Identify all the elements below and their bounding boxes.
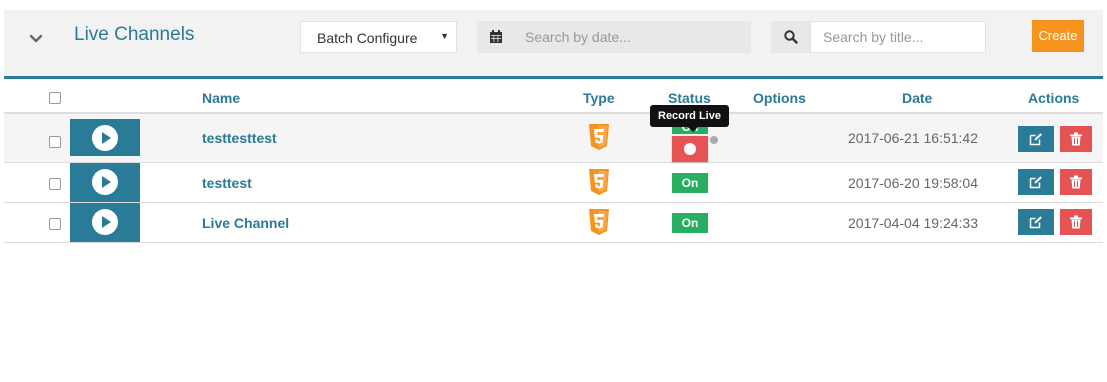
table-row: testtest On 2017-06-20 19:58:04: [4, 163, 1103, 203]
create-button[interactable]: Create: [1032, 20, 1084, 52]
search-icon: [784, 30, 798, 44]
trash-icon: [1070, 215, 1082, 229]
html5-icon: [589, 209, 609, 235]
page-title: Live Channels: [74, 24, 195, 45]
date-search-group: [477, 21, 751, 53]
table-header: Name Type Status Options Date Actions: [4, 82, 1103, 114]
column-header-type[interactable]: Type: [583, 90, 615, 106]
edit-icon: [1029, 176, 1042, 189]
edit-button[interactable]: [1018, 209, 1054, 235]
select-all-checkbox[interactable]: [49, 92, 61, 104]
live-channels-panel: Live Channels Batch Configure ▼ Search b…: [4, 10, 1103, 382]
options-gear-icon[interactable]: [710, 136, 718, 144]
play-icon: [92, 169, 118, 195]
row-date: 2017-04-04 19:24:33: [848, 215, 978, 231]
column-header-actions: Actions: [1028, 90, 1080, 106]
play-thumbnail[interactable]: [70, 163, 140, 202]
html5-icon: [589, 124, 609, 150]
channel-name[interactable]: Live Channel: [202, 215, 289, 231]
status-on-badge[interactable]: On: [672, 173, 708, 193]
play-icon: [92, 209, 118, 235]
table-row: testtesttest On 2017-06-21 16:51:42: [4, 114, 1103, 163]
chevron-down-icon[interactable]: [26, 28, 46, 48]
html5-icon: [589, 169, 609, 195]
row-date: 2017-06-21 16:51:42: [848, 130, 978, 146]
play-thumbnail[interactable]: [70, 119, 140, 156]
row-date: 2017-06-20 19:58:04: [848, 175, 978, 191]
trash-icon: [1070, 175, 1082, 189]
delete-button[interactable]: [1060, 169, 1092, 195]
delete-button[interactable]: [1060, 209, 1092, 235]
date-search-input[interactable]: [513, 21, 751, 53]
edit-button[interactable]: [1018, 126, 1054, 152]
table-row: Live Channel On 2017-04-04 19:24:33: [4, 203, 1103, 243]
record-live-tooltip: Record Live: [650, 105, 729, 132]
channel-name[interactable]: testtest: [202, 175, 252, 191]
search-button[interactable]: [771, 21, 810, 53]
calendar-icon: [489, 30, 503, 44]
column-header-name[interactable]: Name: [202, 90, 240, 106]
column-header-options: Options: [753, 90, 806, 106]
row-checkbox[interactable]: [49, 218, 61, 230]
delete-button[interactable]: [1060, 126, 1092, 152]
row-checkbox[interactable]: [49, 136, 61, 148]
channel-name[interactable]: testtesttest: [202, 130, 277, 146]
panel-header: Live Channels Batch Configure ▼ Search b…: [4, 10, 1103, 79]
batch-configure-label: Batch Configure: [317, 30, 418, 46]
edit-button[interactable]: [1018, 169, 1054, 195]
record-live-button[interactable]: [672, 136, 708, 162]
batch-configure-select[interactable]: Batch Configure ▼: [300, 21, 457, 53]
edit-icon: [1029, 216, 1042, 229]
play-icon: [92, 125, 118, 151]
status-on-badge[interactable]: On: [672, 213, 708, 233]
play-thumbnail[interactable]: [70, 203, 140, 242]
edit-icon: [1029, 133, 1042, 146]
row-checkbox[interactable]: [49, 178, 61, 190]
column-header-status[interactable]: Status: [668, 90, 711, 106]
column-header-date[interactable]: Date: [902, 90, 932, 106]
caret-down-icon: ▼: [440, 31, 449, 41]
title-search-input[interactable]: [810, 21, 986, 53]
trash-icon: [1070, 132, 1082, 146]
